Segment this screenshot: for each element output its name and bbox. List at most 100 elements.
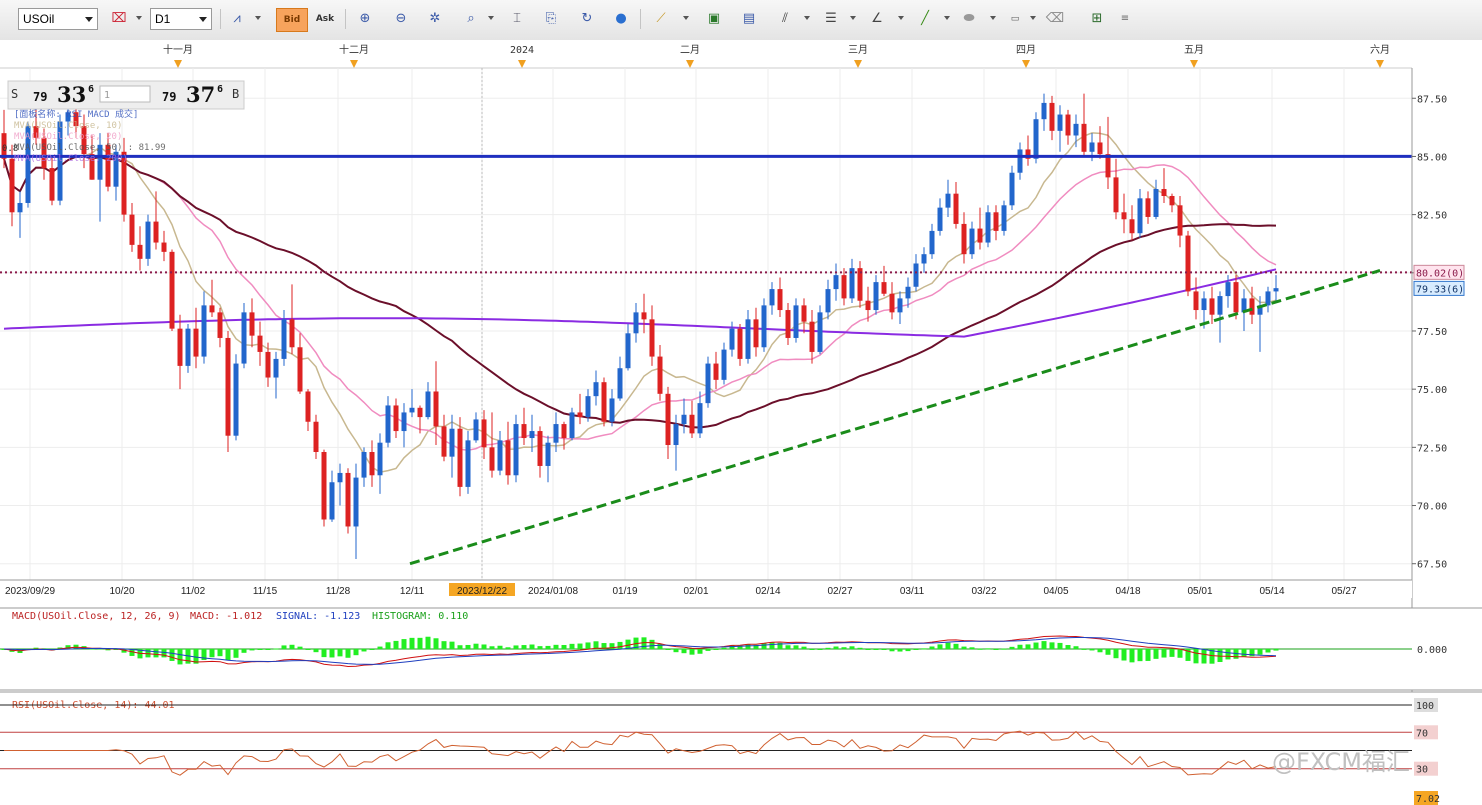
macd-histogram-bar xyxy=(1001,648,1007,650)
macd-histogram-bar xyxy=(521,645,527,649)
macd-histogram-bar xyxy=(585,642,591,649)
chevron-down-icon[interactable] xyxy=(804,16,810,20)
date-tick-label: 01/19 xyxy=(612,586,637,597)
macd-histogram-bar xyxy=(809,649,815,650)
price-tick-label: 77.50 xyxy=(1417,327,1447,338)
macd-histogram-bar xyxy=(977,648,983,650)
zoom-area-icon[interactable]: ⌕ xyxy=(460,8,482,30)
date-tick-label: 2023/12/22 xyxy=(457,586,507,597)
macd-histogram-bar xyxy=(1129,649,1135,663)
month-marker-label: 十一月 xyxy=(163,43,193,56)
bid-button[interactable]: Bid xyxy=(276,8,308,32)
candle-body xyxy=(169,251,175,329)
ruler-icon[interactable]: ⟋ xyxy=(650,8,672,30)
macd-histogram-bar xyxy=(249,649,255,651)
refresh-icon[interactable]: ↻ xyxy=(576,8,598,30)
hierarchy-icon[interactable]: ⊞ xyxy=(1086,8,1108,30)
chevron-down-icon[interactable] xyxy=(488,16,494,20)
chevron-down-icon[interactable] xyxy=(1030,16,1036,20)
candle-body xyxy=(297,347,303,392)
candle-body xyxy=(721,349,727,380)
text-label-icon[interactable]: ▭ xyxy=(1004,8,1026,30)
candle-body xyxy=(641,312,647,320)
quote-panel[interactable]: S 79 33 6 1 79 37 6 B xyxy=(7,80,245,110)
candle-body xyxy=(201,305,207,357)
candle-body xyxy=(1145,198,1151,217)
macd-histogram-bar xyxy=(849,646,855,649)
chevron-down-icon[interactable] xyxy=(683,16,689,20)
lines-icon[interactable]: ☰ xyxy=(820,8,842,30)
rsi-axis-label: 30 xyxy=(1416,765,1428,776)
candle-body xyxy=(713,363,719,380)
candle-body xyxy=(177,328,183,366)
sell-main-figure[interactable]: 33 xyxy=(57,82,86,107)
macd-histogram-bar xyxy=(345,649,351,658)
candle-body xyxy=(593,382,599,397)
macd-histogram-bar xyxy=(673,649,679,653)
candle-body xyxy=(809,321,815,352)
globe-icon[interactable]: ● xyxy=(610,8,632,30)
macd-histogram-bar xyxy=(769,642,775,649)
candle-body xyxy=(1049,102,1055,131)
month-marker-label: 五月 xyxy=(1184,44,1204,56)
candle-body xyxy=(801,305,807,322)
candle-body xyxy=(585,396,591,418)
angle-tool-icon[interactable]: ∠ xyxy=(866,8,888,30)
macd-histogram-bar xyxy=(929,646,935,649)
symbol-select[interactable]: USOil xyxy=(18,8,98,30)
add-indicator-icon[interactable]: ▣ xyxy=(703,8,725,30)
date-tick-label: 10/20 xyxy=(109,586,134,597)
chevron-down-icon[interactable] xyxy=(990,16,996,20)
candle-body xyxy=(1185,235,1191,292)
macd-histogram-bar xyxy=(401,639,407,649)
properties-icon[interactable]: ⎘ xyxy=(540,8,562,30)
candle-body xyxy=(705,363,711,404)
macd-histogram-bar xyxy=(289,644,295,649)
macd-histogram-bar xyxy=(145,649,151,658)
zoom-in-icon[interactable]: ⊕ xyxy=(354,8,376,30)
chevron-down-icon[interactable] xyxy=(136,16,142,20)
candle-body xyxy=(1097,142,1103,155)
buy-main-figure[interactable]: 37 xyxy=(186,82,215,107)
chevron-down-icon[interactable] xyxy=(944,16,950,20)
macd-histogram-bar xyxy=(713,649,719,650)
buy-pip: 6 xyxy=(217,84,223,95)
date-tick-label: 05/27 xyxy=(1331,586,1356,597)
chart-type-icon[interactable]: ⩘ xyxy=(226,8,248,30)
date-tick-label: 02/01 xyxy=(683,586,708,597)
candle-body xyxy=(1065,114,1071,136)
macd-signal-label: SIGNAL: -1.123 xyxy=(276,611,360,622)
more-icon[interactable]: ≡ xyxy=(1114,8,1136,30)
pointer-icon[interactable]: ✲ xyxy=(424,8,446,30)
timeframe-select[interactable]: D1 xyxy=(150,8,212,30)
indicator-list-icon[interactable]: ▤ xyxy=(738,8,760,30)
ask-button[interactable]: Ask xyxy=(312,8,338,30)
date-tick-label: 2024/01/08 xyxy=(528,586,578,597)
candle-body xyxy=(609,398,615,422)
rsi-bg xyxy=(0,692,1482,805)
chevron-down-icon[interactable] xyxy=(898,16,904,20)
candle-body xyxy=(225,337,231,436)
sell-big-figure[interactable]: 79 xyxy=(33,90,47,104)
macd-histogram-bar xyxy=(1137,649,1143,662)
pen-icon[interactable]: ╱ xyxy=(914,8,936,30)
legend-entry: MVA(USOil.Close, 200) xyxy=(14,154,128,164)
candle-body xyxy=(489,447,495,471)
chart-area[interactable]: 十一月 十二月 2024 二月 三月 四月 五月 六月 87.50 85.00 82.50 80.0… xyxy=(0,40,1482,805)
date-tick-label: 02/27 xyxy=(827,586,852,597)
candle-body xyxy=(897,298,903,313)
remove-symbol-icon[interactable]: ⌧ xyxy=(108,8,130,30)
fibonacci-icon[interactable]: ⫽ xyxy=(774,8,796,30)
macd-histogram-bar xyxy=(665,649,671,650)
chevron-down-icon[interactable] xyxy=(255,16,261,20)
eraser-icon[interactable]: ⌫ xyxy=(1044,8,1066,30)
zoom-out-icon[interactable]: ⊖ xyxy=(390,8,412,30)
rsi-axis-label: 7.02 xyxy=(1416,794,1440,805)
chevron-down-icon[interactable] xyxy=(850,16,856,20)
crosshair-icon[interactable]: ⌶ xyxy=(506,8,528,30)
toolbar: USOil ⌧ D1 ⩘ Bid Ask ⊕ ⊖ ✲ ⌕ ⌶ ⎘ ↻ ● ⟋ ▣… xyxy=(0,0,1482,41)
buy-big-figure[interactable]: 79 xyxy=(162,90,176,104)
candle-body xyxy=(1137,198,1143,234)
ellipse-icon[interactable]: ⬬ xyxy=(958,8,980,30)
candle-body xyxy=(273,358,279,378)
